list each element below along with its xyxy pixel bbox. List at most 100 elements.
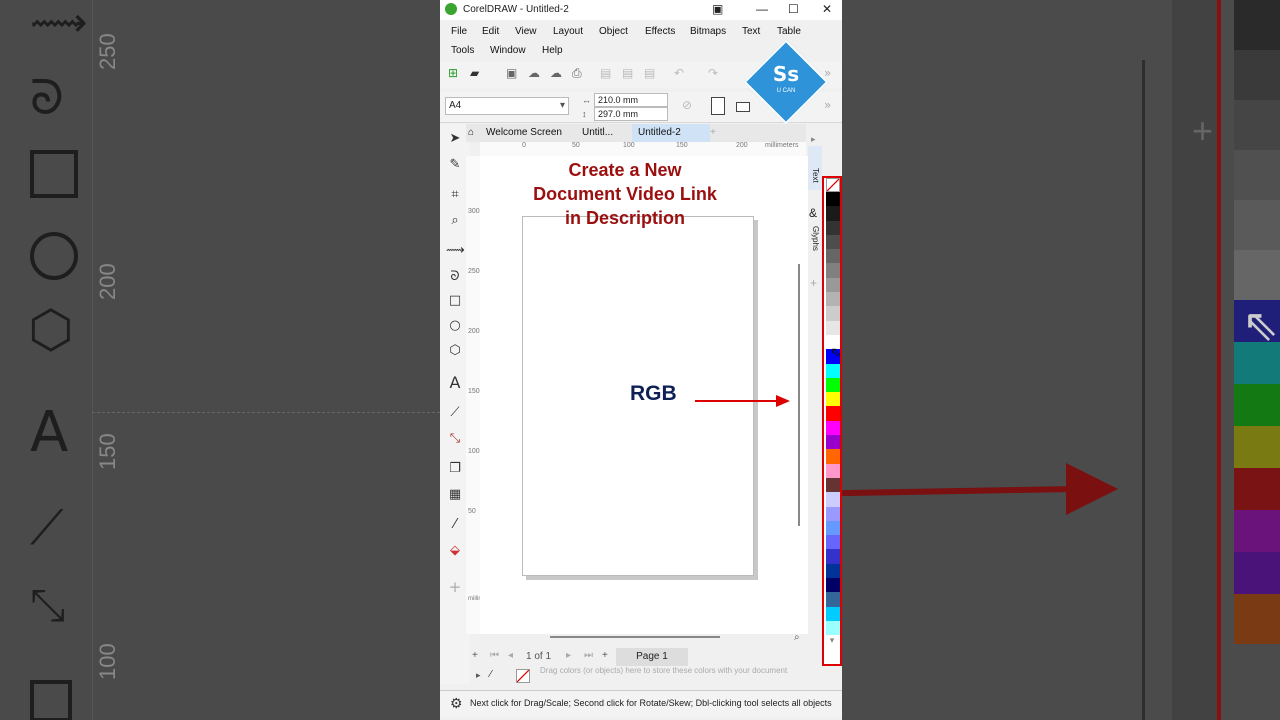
menu-help[interactable]: Help xyxy=(542,45,563,56)
eyedropper-small-icon[interactable]: ⁄ xyxy=(490,669,492,680)
rectangle-tool-icon[interactable]: □ xyxy=(446,292,464,310)
parallel-dimension-icon[interactable]: ⟋ xyxy=(446,404,464,422)
menu-file[interactable]: File xyxy=(451,26,467,37)
page-size-select[interactable]: A4 ▾ xyxy=(445,97,569,115)
menu-bitmaps[interactable]: Bitmaps xyxy=(690,26,726,37)
menu-object[interactable]: Object xyxy=(599,26,628,37)
polygon-tool-icon[interactable]: ⬡ xyxy=(446,342,464,360)
color-swatch[interactable] xyxy=(826,192,840,207)
first-page-icon[interactable]: ⏮ xyxy=(490,650,499,661)
color-swatch[interactable] xyxy=(826,234,840,250)
menu-effects[interactable]: Effects xyxy=(645,26,675,37)
color-swatch[interactable] xyxy=(826,477,840,493)
color-swatch[interactable] xyxy=(826,377,840,393)
docker-text-tab[interactable]: Text xyxy=(808,146,822,190)
text-tool-icon[interactable]: A xyxy=(446,374,464,392)
save-icon[interactable]: ▣ xyxy=(506,66,517,80)
open-folder-icon[interactable]: ▰ xyxy=(470,66,479,80)
color-swatch[interactable] xyxy=(826,263,840,278)
close-button[interactable]: ✕ xyxy=(822,2,832,16)
color-swatch[interactable] xyxy=(826,220,840,235)
more-props-icon[interactable]: » xyxy=(824,98,831,112)
menu-tools[interactable]: Tools xyxy=(451,45,474,56)
color-swatch[interactable] xyxy=(826,563,840,579)
color-swatch[interactable] xyxy=(826,492,840,507)
maximize-button[interactable]: ☐ xyxy=(788,2,799,16)
drop-shadow-icon[interactable]: ❐ xyxy=(446,460,464,478)
add-page-end-icon[interactable]: + xyxy=(602,650,608,661)
color-swatch[interactable] xyxy=(826,506,840,521)
fill-icon[interactable]: ⬙ xyxy=(446,542,464,560)
color-swatch[interactable] xyxy=(826,277,840,293)
color-swatch[interactable] xyxy=(826,249,840,264)
width-field[interactable]: 210.0 mm xyxy=(594,93,668,107)
horizontal-scrollbar[interactable] xyxy=(550,636,720,638)
color-swatch[interactable] xyxy=(826,406,840,421)
color-swatch[interactable] xyxy=(826,620,840,636)
docker-expand-icon[interactable]: ▸ xyxy=(811,134,816,145)
crop-tool-icon[interactable]: ⌗ xyxy=(446,186,464,204)
zoom-tool-icon[interactable]: ⌕ xyxy=(446,212,464,230)
freehand-tool-icon[interactable]: ⟿ xyxy=(446,242,465,260)
ellipse-tool-icon[interactable]: ○ xyxy=(446,317,464,335)
height-field[interactable]: 297.0 mm xyxy=(594,107,668,121)
minimize-button[interactable]: — xyxy=(756,2,768,16)
cloud-upload-icon[interactable]: ☁ xyxy=(528,66,540,80)
menu-table[interactable]: Table xyxy=(777,26,801,37)
color-swatch[interactable] xyxy=(826,420,840,436)
last-page-icon[interactable]: ⏭ xyxy=(584,650,593,661)
connector-tool-icon[interactable]: ⤡ xyxy=(446,430,464,448)
menu-edit[interactable]: Edit xyxy=(482,26,499,37)
shape-tool-icon[interactable]: ✎ xyxy=(446,156,464,174)
no-fill-swatch[interactable] xyxy=(826,178,840,192)
pick-tool-icon[interactable]: ➤ xyxy=(446,130,464,148)
add-page-icon[interactable]: + xyxy=(472,650,478,661)
color-swatch[interactable] xyxy=(826,578,840,593)
color-swatch[interactable] xyxy=(826,392,840,407)
menu-layout[interactable]: Layout xyxy=(553,26,583,37)
vertical-scrollbar[interactable] xyxy=(798,264,800,526)
add-tool-icon[interactable]: + xyxy=(446,578,464,596)
color-swatch[interactable] xyxy=(826,606,840,621)
color-swatch[interactable] xyxy=(826,449,840,464)
color-swatch[interactable] xyxy=(826,549,840,564)
next-page-icon[interactable]: ▸ xyxy=(566,650,571,661)
zoom-fit-icon[interactable]: ⌕ xyxy=(794,632,800,643)
eyedropper-icon[interactable]: ⁄ xyxy=(446,516,464,534)
menu-text[interactable]: Text xyxy=(742,26,760,37)
artistic-media-icon[interactable]: ᘐ xyxy=(446,268,464,286)
add-docker-icon[interactable]: + xyxy=(810,276,817,290)
add-tab-icon[interactable]: + xyxy=(704,124,722,142)
palette-scroll-down-icon[interactable]: ▾ xyxy=(824,635,840,646)
none-color-swatch[interactable] xyxy=(516,669,530,683)
color-swatch[interactable] xyxy=(826,463,840,478)
page-tab[interactable]: Page 1 xyxy=(616,648,688,666)
print-icon[interactable]: ⎙ xyxy=(572,66,582,81)
undo-icon[interactable]: ↶ xyxy=(674,66,684,80)
settings-gear-icon[interactable]: ⚙ xyxy=(450,695,463,712)
color-swatch[interactable] xyxy=(826,320,840,335)
lock-ratio-icon[interactable]: ⊘ xyxy=(682,98,692,112)
color-swatch[interactable] xyxy=(826,363,840,378)
color-swatch[interactable] xyxy=(826,520,840,536)
cut-icon[interactable]: ▤ xyxy=(600,66,611,80)
user-icon[interactable]: ▣ xyxy=(712,2,723,16)
cloud-download-icon[interactable]: ☁ xyxy=(550,66,562,80)
color-swatch[interactable] xyxy=(826,435,840,450)
tab-welcome[interactable]: Welcome Screen xyxy=(480,124,568,142)
landscape-button[interactable] xyxy=(736,102,750,112)
menu-view[interactable]: View xyxy=(515,26,537,37)
palette-expand-icon[interactable]: ▸ xyxy=(476,670,481,681)
copy-icon[interactable]: ▤ xyxy=(622,66,633,80)
color-swatch[interactable] xyxy=(826,206,840,221)
transparency-icon[interactable]: ▦ xyxy=(446,486,464,504)
new-document-icon[interactable]: ⊞ xyxy=(448,66,458,80)
color-swatch[interactable] xyxy=(826,306,840,321)
portrait-button[interactable] xyxy=(711,97,725,115)
docker-glyphs-tab[interactable]: Glyphs xyxy=(811,226,820,251)
prev-page-icon[interactable]: ◂ xyxy=(508,650,513,661)
paste-icon[interactable]: ▤ xyxy=(644,66,655,80)
menu-window[interactable]: Window xyxy=(490,45,526,56)
tab-untitled-1[interactable]: Untitl... xyxy=(576,124,619,142)
color-swatch[interactable] xyxy=(826,535,840,550)
